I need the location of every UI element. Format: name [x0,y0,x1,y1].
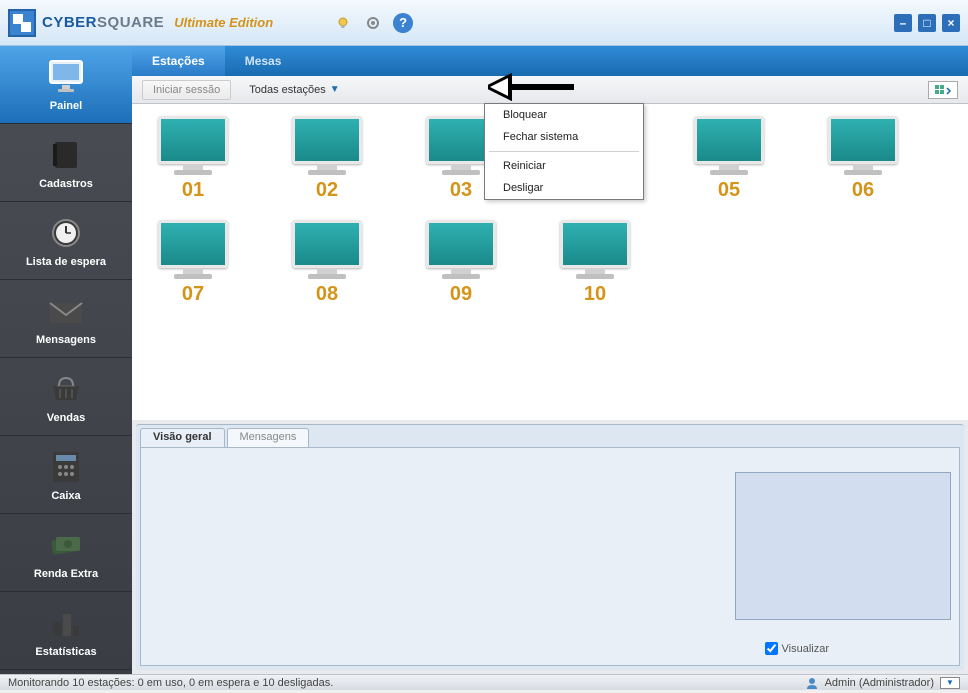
view-selector[interactable] [928,81,958,99]
monitor-icon [158,116,228,164]
monitor-icon [292,116,362,164]
brand-name: CYBERSQUARE [42,14,164,31]
sidebar-item-label: Cadastros [39,178,93,190]
visualizar-checkbox-input[interactable] [765,642,778,655]
dropdown-menu: Bloquear Fechar sistema Reiniciar Deslig… [484,103,644,200]
statusbar: Monitorando 10 estações: 0 em uso, 0 em … [0,674,968,690]
bottom-panel-body: Visualizar [140,447,960,666]
station-10[interactable]: 10 [552,220,638,306]
menu-separator [489,151,639,152]
menu-item-bloquear[interactable]: Bloquear [485,104,643,126]
station-07[interactable]: 07 [150,220,236,306]
envelope-icon [45,292,87,330]
clock-icon [45,214,87,252]
arrow-annotation-icon [488,73,574,106]
sidebar-item-cadastros[interactable]: Cadastros [0,124,132,202]
dropdown-label-text: Todas estações [249,84,325,96]
station-01[interactable]: 01 [150,116,236,202]
sidebar-item-label: Painel [50,100,82,112]
sidebar-item-label: Mensagens [36,334,96,346]
sidebar-item-label: Vendas [47,412,86,424]
sidebar-item-caixa[interactable]: Caixa [0,436,132,514]
maximize-button[interactable]: □ [918,14,936,32]
toolbar: Iniciar sessão Todas estações ▼ Bloquear… [132,76,968,104]
station-number: 01 [182,179,204,202]
menu-item-desligar[interactable]: Desligar [485,177,643,199]
visualizar-label: Visualizar [782,643,830,655]
bottom-tab-visao-geral[interactable]: Visão geral [140,428,225,447]
menu-item-fechar-sistema[interactable]: Fechar sistema [485,126,643,148]
sidebar-item-painel[interactable]: Painel [0,46,132,124]
edition-label: Ultimate Edition [174,15,273,30]
station-number: 06 [852,179,874,202]
station-number: 05 [718,179,740,202]
station-number: 03 [450,179,472,202]
app-logo-icon [8,9,36,37]
start-session-button[interactable]: Iniciar sessão [142,80,231,100]
station-09[interactable]: 09 [418,220,504,306]
user-icon [805,676,819,690]
station-number: 10 [584,283,606,306]
brand-part1: CYBER [42,14,97,31]
sidebar-item-mensagens[interactable]: Mensagens [0,280,132,358]
sidebar-item-renda-extra[interactable]: Renda Extra [0,514,132,592]
brand-part2: SQUARE [97,14,164,31]
sidebar-item-label: Caixa [51,490,80,502]
user-dropdown[interactable]: ▼ [940,677,960,689]
gear-icon[interactable] [363,13,383,33]
tab-mesas[interactable]: Mesas [225,46,302,76]
station-number: 02 [316,179,338,202]
preview-thumbnail [735,472,951,620]
monitor-icon [560,220,630,268]
sidebar-item-estatisticas[interactable]: Estatísticas [0,592,132,670]
minimize-button[interactable]: – [894,14,912,32]
bulb-icon[interactable] [333,13,353,33]
titlebar: CYBERSQUARE Ultimate Edition ? – □ × [0,0,968,46]
help-icon[interactable]: ? [393,13,413,33]
basket-icon [45,370,87,408]
station-number: 09 [450,283,472,306]
station-number: 07 [182,283,204,306]
monitor-icon [828,116,898,164]
monitor-icon [426,220,496,268]
top-tabs: Estações Mesas [132,46,968,76]
user-label: Admin (Administrador) [825,677,934,689]
calculator-icon [45,448,87,486]
status-text: Monitorando 10 estações: 0 em uso, 0 em … [8,677,333,689]
monitor-icon [292,220,362,268]
stations-dropdown[interactable]: Todas estações ▼ [249,84,339,96]
station-02[interactable]: 02 [284,116,370,202]
bottom-panel: Visão geral Mensagens Visualizar [136,424,964,670]
sidebar-item-label: Renda Extra [34,568,98,580]
notebook-icon [45,136,87,174]
money-icon [45,526,87,564]
menu-item-reiniciar[interactable]: Reiniciar [485,155,643,177]
monitor-icon [694,116,764,164]
station-06[interactable]: 06 [820,116,906,202]
station-08[interactable]: 08 [284,220,370,306]
visualizar-checkbox[interactable]: Visualizar [765,642,830,655]
chart-icon [45,604,87,642]
bottom-tab-mensagens[interactable]: Mensagens [227,428,310,447]
sidebar-item-label: Lista de espera [26,256,106,268]
monitor-icon [45,58,87,96]
station-05[interactable]: 05 [686,116,772,202]
tab-estacoes[interactable]: Estações [132,46,225,76]
sidebar: Painel Cadastros Lista de espera Mensage… [0,46,132,674]
station-number: 08 [316,283,338,306]
sidebar-item-vendas[interactable]: Vendas [0,358,132,436]
chevron-down-icon: ▼ [330,84,340,95]
sidebar-item-label: Estatísticas [35,646,96,658]
sidebar-item-lista-espera[interactable]: Lista de espera [0,202,132,280]
close-button[interactable]: × [942,14,960,32]
monitor-icon [158,220,228,268]
